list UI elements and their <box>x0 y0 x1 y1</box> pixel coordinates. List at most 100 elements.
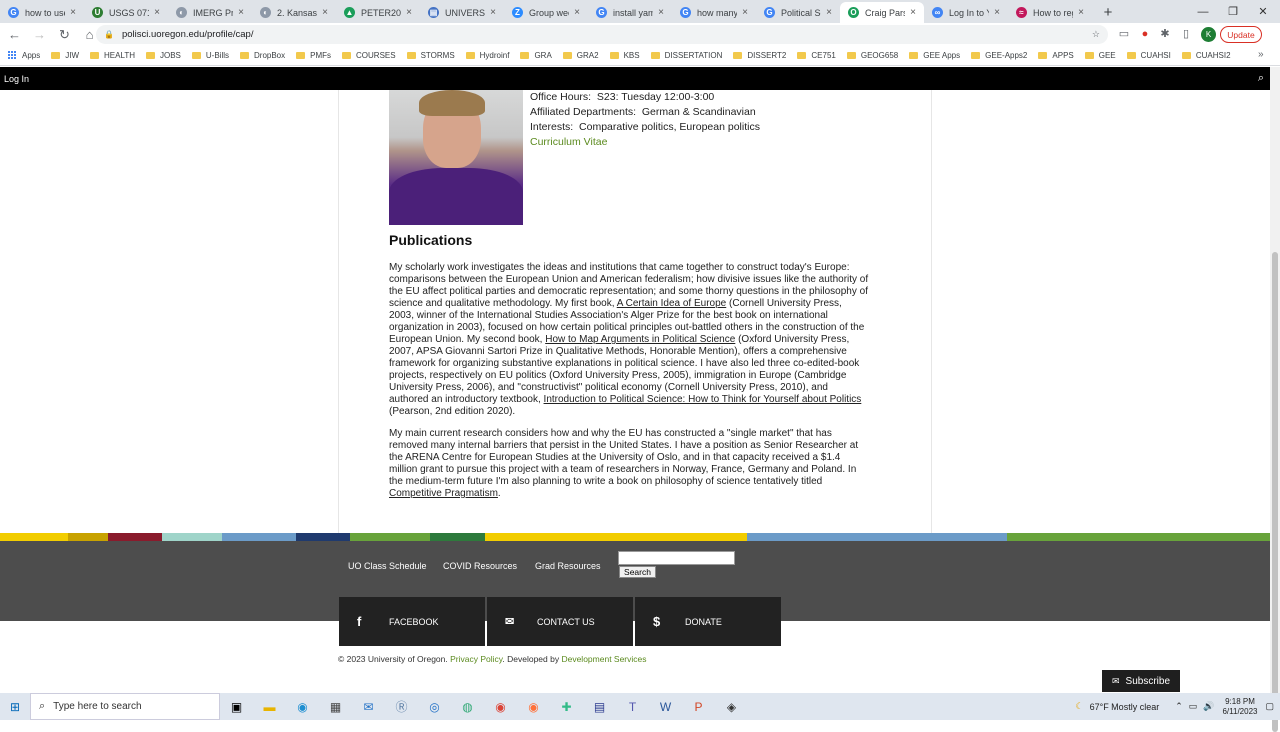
privacy-policy-link[interactable]: Privacy Policy <box>450 654 502 664</box>
notifications-icon[interactable]: ▢ <box>1265 701 1274 712</box>
bookmark-folder[interactable]: COURSES <box>342 51 396 60</box>
taskbar-search[interactable]: ⌕ Type here to search <box>30 693 220 720</box>
side-panel-icon[interactable]: ▯ <box>1178 26 1194 42</box>
task-view-icon[interactable]: ▣ <box>220 700 253 714</box>
footer-link-covid[interactable]: COVID Resources <box>443 561 517 571</box>
page-scrollbar[interactable] <box>1270 67 1280 732</box>
browser-tab[interactable]: ◐ 2. Kansas D × <box>252 2 336 23</box>
chrome-icon[interactable]: ◉ <box>484 700 517 714</box>
facebook-button[interactable]: f FACEBOOK <box>339 597 485 646</box>
donate-button[interactable]: $ DONATE <box>635 597 781 646</box>
tab-close-icon[interactable]: × <box>658 7 664 18</box>
browser-tab[interactable]: ◐ IMERG Pre × <box>168 2 252 23</box>
browser-tab[interactable]: Ginstall yam × <box>588 2 672 23</box>
bookmark-star-icon[interactable]: ☆ <box>1092 29 1100 40</box>
tray-overflow-icon[interactable]: ⌃ <box>1175 701 1183 712</box>
tab-close-icon[interactable]: × <box>490 7 496 18</box>
close-window-icon[interactable]: ✕ <box>1248 0 1278 23</box>
bookmark-folder[interactable]: CE751 <box>797 51 836 60</box>
search-icon[interactable]: ⌕ <box>1258 72 1264 85</box>
book-link-competitive-pragmatism[interactable]: Competitive Pragmatism <box>389 488 498 499</box>
book-link-intro-polisci[interactable]: Introduction to Political Science: How t… <box>544 394 862 405</box>
footer-link-grad[interactable]: Grad Resources <box>535 561 601 571</box>
browser-tab[interactable]: U USGS 0714 × <box>84 2 168 23</box>
bookmark-folder[interactable]: PMFs <box>296 51 331 60</box>
cv-link[interactable]: Curriculum Vitae <box>530 135 760 150</box>
file-explorer-icon[interactable]: ▬ <box>253 700 286 714</box>
bookmark-folder[interactable]: DropBox <box>240 51 285 60</box>
reading-icon[interactable]: ▭ <box>1116 26 1132 42</box>
tab-close-icon[interactable]: × <box>1078 7 1084 18</box>
tab-close-icon[interactable]: × <box>70 7 76 18</box>
footer-search-button[interactable]: Search <box>619 566 656 578</box>
forward-icon[interactable]: → <box>29 27 50 42</box>
weather-text[interactable]: 67°F Mostly clear <box>1090 702 1160 712</box>
browser-tab[interactable]: G Political Sc × <box>756 2 840 23</box>
browser-tab[interactable]: Ghow many × <box>672 2 756 23</box>
volume-icon[interactable]: 🔊 <box>1203 701 1214 712</box>
bookmark-folder[interactable]: GEE Apps <box>909 51 960 60</box>
bookmark-folder[interactable]: DISSERT2 <box>733 51 786 60</box>
subscribe-button[interactable]: ✉ Subscribe <box>1102 670 1180 692</box>
windows-start-icon[interactable]: ⊞ <box>0 700 30 714</box>
browser-tab[interactable]: Z Group wee × <box>504 2 588 23</box>
tab-close-icon[interactable]: × <box>742 7 748 18</box>
contact-us-button[interactable]: ✉ CONTACT US <box>487 597 633 646</box>
footer-search-input[interactable] <box>618 551 735 565</box>
app-dark-icon[interactable]: ▤ <box>583 700 616 714</box>
clock[interactable]: 9:18 PM 6/11/2023 <box>1222 697 1257 717</box>
browser-tab[interactable]: O Craig Parso × <box>840 2 924 23</box>
network-icon[interactable]: ▭ <box>1189 701 1198 712</box>
extensions-puzzle-icon[interactable]: ✱ <box>1157 26 1173 42</box>
reload-icon[interactable]: ↻ <box>54 27 75 43</box>
bookmark-folder[interactable]: CUAHSI <box>1126 51 1171 60</box>
bookmark-folder[interactable]: GEOG658 <box>846 51 898 60</box>
teams-icon[interactable]: T <box>616 700 649 714</box>
restore-icon[interactable]: ❐ <box>1218 0 1248 23</box>
mail-app-icon[interactable]: ✉ <box>352 700 385 714</box>
bookmark-folder[interactable]: APPS <box>1038 51 1074 60</box>
bookmark-folder[interactable]: HEALTH <box>90 51 135 60</box>
browser-tab[interactable]: ∞ Log In to Y × <box>924 2 1008 23</box>
tab-close-icon[interactable]: × <box>910 7 916 18</box>
tab-close-icon[interactable]: × <box>406 7 412 18</box>
profile-avatar[interactable]: K <box>1201 27 1216 42</box>
browser-tab[interactable]: ▲ PETER2023 × <box>336 2 420 23</box>
bookmark-folder[interactable]: JIW <box>51 51 79 60</box>
login-link[interactable]: Log In <box>4 74 29 84</box>
app-icon[interactable]: ◎ <box>418 700 451 714</box>
slack-icon[interactable]: ✚ <box>550 700 583 714</box>
powerpoint-icon[interactable]: P <box>682 700 715 714</box>
back-icon[interactable]: ← <box>4 27 25 42</box>
bookmark-folder[interactable]: Hydroinf <box>465 51 509 60</box>
tab-close-icon[interactable]: × <box>322 7 328 18</box>
word-icon[interactable]: W <box>649 700 682 714</box>
r-app-icon[interactable]: Ⓡ <box>385 698 418 715</box>
new-tab-button[interactable]: + <box>1096 2 1120 23</box>
browser-tab[interactable]: ▤ UNIVERSIT × <box>420 2 504 23</box>
update-button[interactable]: Update <box>1220 26 1262 43</box>
tab-close-icon[interactable]: × <box>826 7 832 18</box>
bookmark-folder[interactable]: GRA2 <box>562 51 599 60</box>
bookmark-folder[interactable]: KBS <box>609 51 640 60</box>
address-bar[interactable]: 🔒 polisci.uoregon.edu/profile/cap/ ☆ <box>96 25 1108 44</box>
browser-tab[interactable]: ≈ How to reg × <box>1008 2 1092 23</box>
bookmark-folder[interactable]: GEE-Apps2 <box>971 51 1027 60</box>
bookmark-folder[interactable]: STORMS <box>406 51 455 60</box>
bookmark-folder[interactable]: GRA <box>520 51 552 60</box>
tab-close-icon[interactable]: × <box>574 7 580 18</box>
browser-tab[interactable]: Ghow to use × <box>0 2 84 23</box>
book-link-certain-idea[interactable]: A Certain Idea of Europe <box>617 298 727 309</box>
dev-services-link[interactable]: Development Services <box>561 654 646 664</box>
bookmark-apps[interactable]: Apps <box>8 51 40 60</box>
book-link-map-arguments[interactable]: How to Map Arguments in Political Scienc… <box>545 334 735 345</box>
bookmark-folder[interactable]: GEE <box>1084 51 1116 60</box>
bookmark-folder[interactable]: CUAHSI2 <box>1181 51 1231 60</box>
firefox-icon[interactable]: ◉ <box>517 700 550 714</box>
app-globe-icon[interactable]: ◍ <box>451 700 484 714</box>
tab-close-icon[interactable]: × <box>238 7 244 18</box>
app-circle-icon[interactable]: ◈ <box>715 700 748 714</box>
bookmark-folder[interactable]: DISSERTATION <box>650 51 722 60</box>
scroll-thumb[interactable] <box>1272 252 1278 732</box>
footer-link-class-schedule[interactable]: UO Class Schedule <box>348 561 427 571</box>
